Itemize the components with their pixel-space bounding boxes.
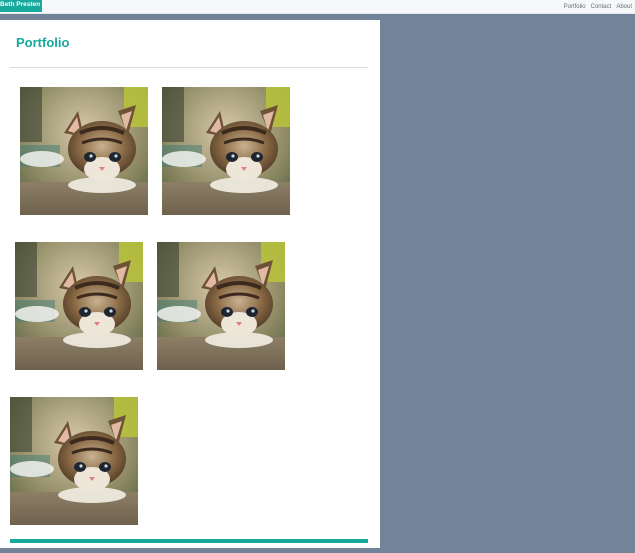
nav-link-portfolio[interactable]: Portfolio: [564, 4, 586, 10]
nav-links: Portfolio Contact About: [564, 0, 632, 13]
page-title: Portfolio: [16, 35, 70, 50]
portfolio-thumbnail[interactable]: [15, 242, 143, 370]
top-navbar: Beth Presten Portfolio Contact About: [0, 0, 635, 14]
kitten-image: [162, 87, 290, 215]
nav-link-contact[interactable]: Contact: [591, 4, 612, 10]
portfolio-panel: Portfolio: [0, 20, 380, 548]
portfolio-thumbnail[interactable]: [10, 397, 138, 525]
footer-accent-bar: [10, 539, 368, 543]
portfolio-thumbnail[interactable]: [157, 242, 285, 370]
kitten-image: [10, 397, 138, 525]
kitten-image: [157, 242, 285, 370]
nav-link-about[interactable]: About: [616, 4, 632, 10]
kitten-image: [15, 242, 143, 370]
title-divider: [10, 67, 368, 68]
kitten-image: [20, 87, 148, 215]
portfolio-thumbnail[interactable]: [162, 87, 290, 215]
brand-link[interactable]: Beth Presten: [0, 0, 42, 12]
portfolio-thumbnail[interactable]: [20, 87, 148, 215]
